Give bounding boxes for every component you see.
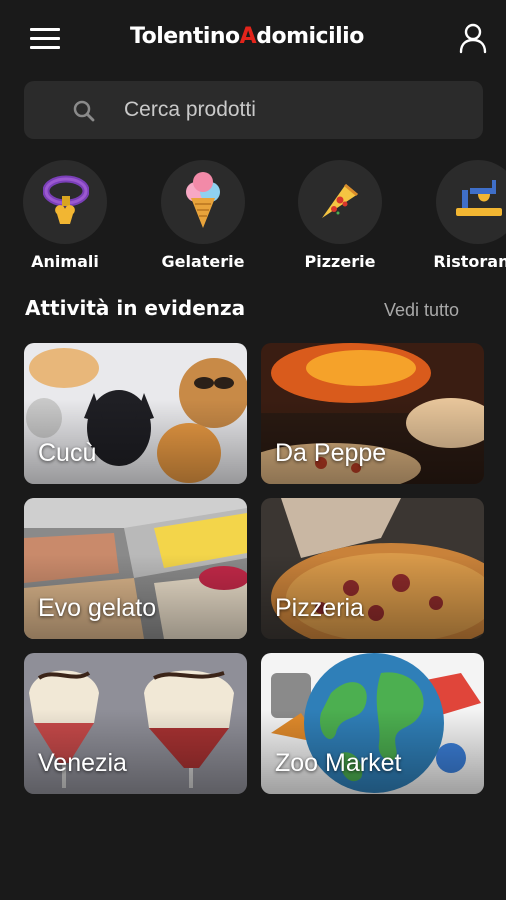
category-carousel[interactable]: Animali Gelaterie Pizzerie Ristoran — [0, 158, 506, 278]
card-title: Zoo Market — [275, 749, 402, 777]
search-input[interactable] — [124, 95, 454, 125]
see-all-link[interactable]: Vedi tutto — [384, 300, 459, 321]
search-bar[interactable] — [24, 81, 483, 139]
user-icon[interactable] — [458, 22, 488, 54]
card-title: Pizzeria — [275, 594, 364, 622]
category-pizzerie[interactable]: Pizzerie — [280, 158, 400, 278]
hamburger-menu-icon[interactable] — [30, 26, 62, 52]
category-label: Animali — [31, 252, 99, 271]
search-icon — [73, 100, 95, 122]
ice-cream-icon — [186, 172, 220, 228]
logo-text-part2: domicilio — [256, 24, 364, 49]
featured-card-zoo-market[interactable]: Zoo Market — [261, 653, 484, 794]
card-title: Evo gelato — [38, 594, 157, 622]
featured-card-da-peppe[interactable]: Da Peppe — [261, 343, 484, 484]
category-label: Pizzerie — [304, 252, 376, 271]
card-title: Venezia — [38, 749, 127, 777]
top-bar: TolentinoAdomicilio — [0, 0, 506, 80]
card-title: Cucù — [38, 439, 97, 467]
category-label: Gelaterie — [161, 252, 245, 271]
featured-card-cucu[interactable]: Cucù — [24, 343, 247, 484]
restaurant-icon — [456, 180, 502, 216]
featured-card-venezia[interactable]: Venezia — [24, 653, 247, 794]
category-animali[interactable]: Animali — [5, 158, 125, 278]
pet-collar-icon — [43, 175, 89, 224]
featured-card-pizzeria[interactable]: Pizzeria — [261, 498, 484, 639]
category-label: Ristoranti — [433, 252, 506, 271]
featured-card-evo-gelato[interactable]: Evo gelato — [24, 498, 247, 639]
pizza-slice-icon — [322, 184, 358, 218]
logo-text-accent: A — [239, 24, 257, 49]
app-logo: TolentinoAdomicilio — [130, 24, 405, 56]
logo-text-part1: Tolentino — [130, 24, 240, 49]
category-gelaterie[interactable]: Gelaterie — [143, 158, 263, 278]
category-ristoranti[interactable]: Ristoranti — [418, 158, 506, 278]
section-title: Attività in evidenza — [25, 296, 246, 320]
card-title: Da Peppe — [275, 439, 387, 467]
